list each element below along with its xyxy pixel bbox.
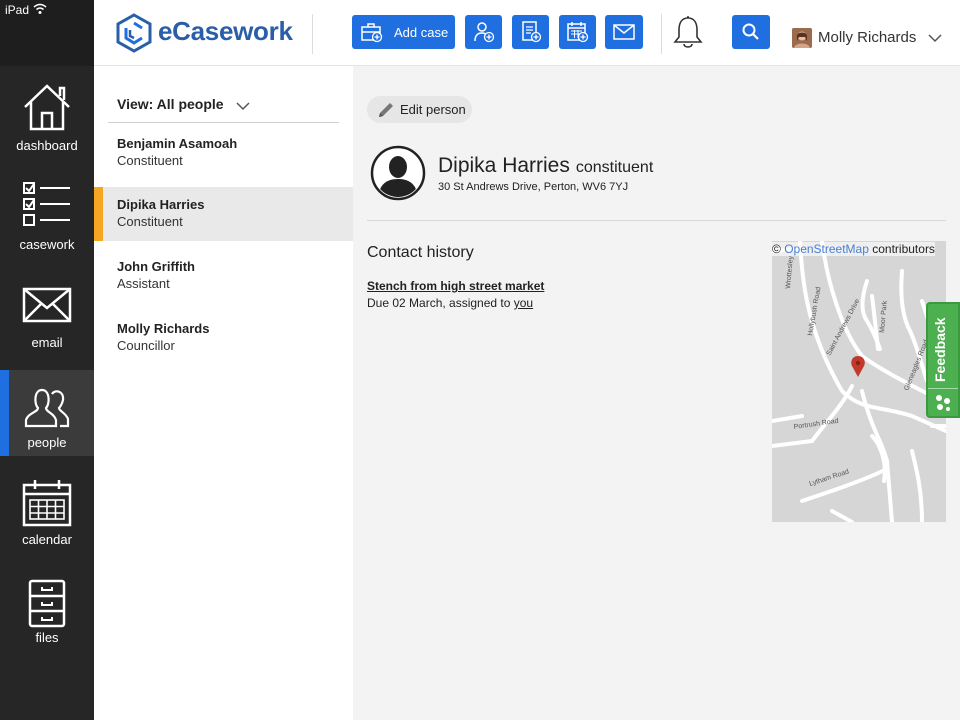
user-avatar[interactable] — [792, 28, 812, 48]
header-divider — [312, 14, 313, 54]
person-address: 30 St Andrews Drive, Perton, WV6 7YJ — [438, 181, 629, 193]
map-attribution-prefix: © — [772, 242, 781, 256]
avatar-image — [792, 28, 812, 48]
person-add-icon — [474, 22, 495, 43]
person-name: Dipika Harries — [117, 197, 205, 212]
person-list-item[interactable]: Dipika Harries Constituent — [94, 187, 353, 241]
search-icon — [742, 23, 759, 40]
checklist-icon — [23, 182, 70, 226]
nav-label: dashboard — [16, 138, 78, 153]
contact-history-heading: Contact history — [367, 244, 474, 261]
case-link[interactable]: Stench from high street market — [367, 279, 544, 293]
person-name: Molly Richards — [117, 321, 210, 336]
person-full-name: Dipika Harries — [438, 154, 570, 177]
nav-dashboard[interactable]: dashboard — [0, 66, 94, 153]
people-icon — [24, 388, 70, 428]
feedback-label: Feedback — [932, 317, 948, 382]
add-document-button[interactable] — [512, 15, 549, 49]
logo-icon — [116, 13, 152, 53]
status-bar: iPad — [0, 0, 94, 66]
person-name: Benjamin Asamoah — [117, 136, 238, 151]
person-role: Assistant — [117, 276, 170, 291]
nav-label: files — [35, 630, 59, 645]
nav-label: calendar — [22, 532, 72, 547]
section-divider — [367, 220, 946, 221]
nav-label: casework — [19, 237, 75, 252]
view-filter-label: View: All people — [117, 96, 224, 112]
app-logo: eCasework — [158, 16, 293, 46]
nav-label: email — [31, 335, 63, 350]
person-role: Councillor — [117, 338, 175, 353]
case-assignee-link[interactable]: you — [514, 296, 533, 310]
case-due-text: Due 02 March, assigned to — [367, 296, 514, 310]
feedback-tab[interactable]: Feedback — [926, 302, 960, 418]
chevron-down-icon — [236, 102, 250, 111]
people-list-panel: View: All people Benjamin Asamoah Consti… — [94, 66, 353, 720]
map-attribution-suffix: contributors — [868, 242, 935, 256]
feedback-dots-icon — [936, 395, 950, 411]
person-list-item[interactable]: Benjamin Asamoah Constituent — [94, 126, 353, 180]
edit-person-button[interactable]: Edit person — [367, 96, 472, 123]
map-streets: Wrottesley Hollybush Road Saint Andrews … — [772, 241, 946, 522]
search-button[interactable] — [732, 15, 770, 49]
person-list-item[interactable]: John Griffith Assistant — [94, 249, 353, 303]
person-avatar-icon — [370, 145, 426, 201]
filing-cabinet-icon — [28, 579, 66, 628]
add-event-button[interactable] — [559, 15, 596, 49]
person-role: Constituent — [117, 153, 183, 168]
edit-person-label: Edit person — [400, 102, 466, 117]
top-header: eCasework Add case Molly Richards — [94, 0, 960, 66]
calendar-add-icon — [567, 22, 589, 43]
person-heading: Dipika Harries constituent — [438, 154, 653, 178]
person-role: Constituent — [117, 214, 183, 229]
nav-casework[interactable]: casework — [0, 164, 94, 252]
side-nav: iPad dashboard casework email people cal… — [0, 0, 94, 720]
person-detail: Edit person Dipika Harries constituent 30… — [353, 66, 960, 720]
compose-email-button[interactable] — [605, 15, 643, 49]
pencil-icon — [379, 103, 393, 117]
view-filter-select[interactable]: View: All people — [108, 96, 339, 123]
user-name[interactable]: Molly Richards — [818, 29, 916, 46]
envelope-icon — [22, 287, 72, 323]
document-add-icon — [522, 21, 542, 43]
person-name: John Griffith — [117, 259, 195, 274]
add-person-button[interactable] — [465, 15, 502, 49]
person-list-item[interactable]: Molly Richards Councillor — [94, 311, 353, 365]
envelope-icon — [613, 24, 635, 40]
feedback-divider — [928, 388, 958, 389]
nav-email[interactable]: email — [0, 264, 94, 350]
location-map[interactable]: Wrottesley Hollybush Road Saint Andrews … — [772, 241, 946, 522]
briefcase-add-icon — [361, 23, 383, 43]
map-attribution: © OpenStreetMap contributors — [772, 242, 935, 256]
person-type: constituent — [575, 159, 654, 176]
add-case-label: Add case — [394, 25, 449, 40]
openstreetmap-link[interactable]: OpenStreetMap — [784, 242, 869, 256]
add-case-button[interactable]: Add case — [352, 15, 455, 49]
nav-people[interactable]: people — [0, 370, 94, 456]
home-icon — [24, 84, 70, 131]
nav-files[interactable]: files — [0, 562, 94, 648]
header-divider — [661, 14, 662, 54]
device-label: iPad — [5, 3, 30, 17]
case-due-info: Due 02 March, assigned to you — [367, 296, 533, 310]
nav-calendar[interactable]: calendar — [0, 462, 94, 548]
nav-label: people — [27, 435, 67, 450]
chevron-down-icon[interactable] — [928, 34, 942, 43]
wifi-icon — [33, 3, 47, 14]
calendar-icon — [22, 480, 72, 527]
notifications-bell-icon[interactable] — [673, 15, 703, 49]
